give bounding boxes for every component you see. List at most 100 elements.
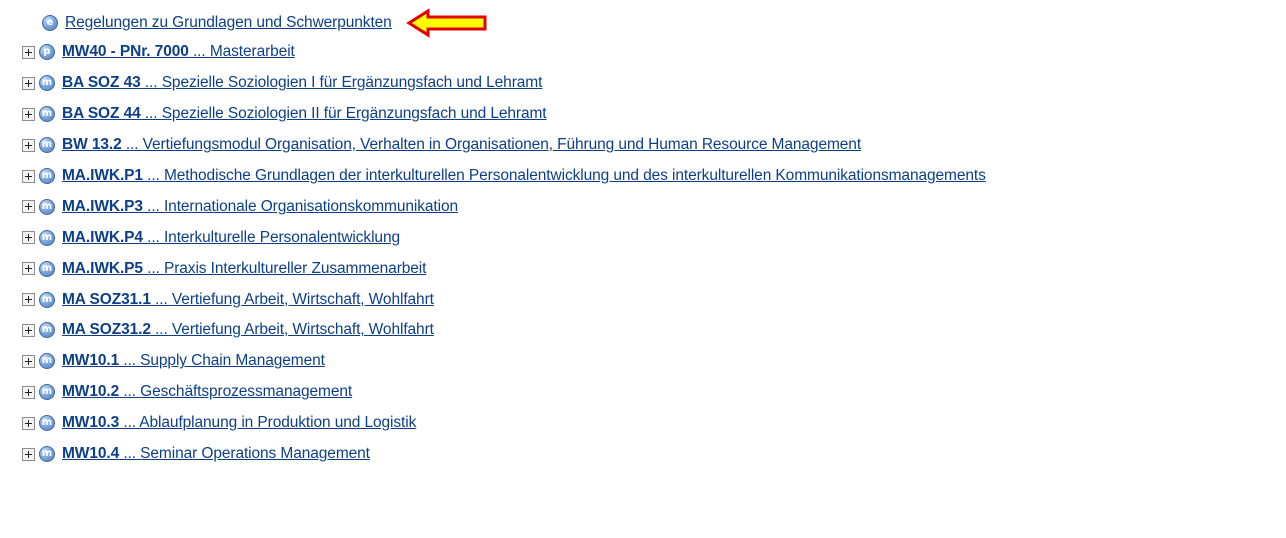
module-link[interactable]: MW10.4 ... Seminar Operations Management — [62, 445, 370, 463]
module-title: Methodische Grundlagen der interkulturel… — [163, 167, 986, 184]
module-code: MA SOZ31.2 — [62, 321, 151, 339]
m-circle-icon: m — [39, 229, 55, 246]
m-circle-icon: m — [39, 168, 55, 184]
arrow-shape — [405, 7, 487, 38]
module-title: Internationale Organisationskommunikatio… — [163, 197, 458, 215]
module-link[interactable]: BA SOZ 43 ... Spezielle Soziologien I fü… — [62, 74, 542, 92]
module-link[interactable]: BW 13.2 ... Vertiefungsmodul Organisatio… — [62, 136, 861, 154]
module-separator: ... — [140, 105, 162, 123]
tree-root-row: e Regelungen zu Grundlagen und Schwerpun… — [22, 7, 1282, 38]
module-code: BA SOZ 44 — [62, 105, 141, 123]
m-circle-icon: m — [39, 446, 55, 463]
module-link[interactable]: MW10.2 ... Geschäftsprozessmanagement — [62, 383, 352, 401]
module-link[interactable]: MA SOZ31.1 ... Vertiefung Arbeit, Wirtsc… — [62, 291, 434, 309]
expand-plus-icon[interactable] — [22, 107, 35, 121]
m-circle-icon: m — [39, 322, 55, 339]
module-title: Ablaufplanung in Produktion und Logistik — [139, 414, 417, 432]
module-title: Praxis Interkultureller Zusammenarbeit — [163, 259, 427, 277]
root-link[interactable]: Regelungen zu Grundlagen und Schwerpunkt… — [65, 14, 392, 32]
m-circle-icon: m — [39, 353, 55, 370]
module-separator: ... — [142, 167, 164, 184]
m-circle-icon: m — [39, 260, 55, 277]
module-separator: ... — [142, 228, 164, 246]
module-link[interactable]: MA.IWK.P1 ... Methodische Grundlagen der… — [62, 167, 986, 185]
module-link[interactable]: MW10.1 ... Supply Chain Management — [62, 352, 325, 370]
tree-row: m BW 13.2 ... Vertiefungsmodul Organisati… — [22, 130, 1282, 161]
tree-row: m MW10.2 ... Geschäftsprozessmanagement — [22, 377, 1282, 408]
module-separator: ... — [119, 383, 141, 401]
module-separator: ... — [119, 352, 141, 370]
tree-row: m MW10.1 ... Supply Chain Management — [22, 346, 1282, 377]
module-code: MA.IWK.P3 — [62, 197, 143, 215]
tree-row: m MA.IWK.P1 ... Methodische Grundlagen de… — [22, 161, 1282, 192]
expand-plus-icon[interactable] — [22, 293, 35, 307]
m-circle-icon: m — [39, 198, 55, 215]
module-separator: ... — [150, 290, 172, 308]
m-circle-icon: m — [39, 75, 55, 92]
module-code: MW10.2 — [62, 383, 120, 401]
tree-row: m MA.IWK.P4 ... Interkulturelle Personale… — [22, 222, 1282, 253]
module-code: MW10.1 — [62, 352, 120, 370]
module-link[interactable]: MW10.3 ... Ablaufplanung in Produktion u… — [62, 414, 416, 432]
module-link[interactable]: MA.IWK.P4 ... Interkulturelle Personalen… — [62, 229, 400, 247]
m-circle-icon: m — [39, 384, 55, 401]
module-code: MA SOZ31.1 — [62, 290, 151, 308]
tree-row: m MW10.3 ... Ablaufplanung in Produktion … — [22, 408, 1282, 439]
module-separator: ... — [119, 414, 140, 432]
module-code: MW40 - PNr. 7000 — [62, 43, 189, 61]
expand-plus-icon[interactable] — [22, 76, 35, 90]
module-code: MA.IWK.P1 — [62, 167, 143, 184]
expand-plus-icon[interactable] — [22, 262, 35, 276]
tree-row: m MW10.4 ... Seminar Operations Managemen… — [22, 439, 1282, 470]
m-circle-icon: m — [39, 415, 55, 432]
expand-plus-icon[interactable] — [22, 138, 35, 152]
module-title: Interkulturelle Personalentwicklung — [163, 228, 400, 246]
tree-row: m MA SOZ31.2 ... Vertiefung Arbeit, Wirts… — [22, 315, 1282, 346]
module-separator: ... — [119, 445, 141, 463]
module-separator: ... — [150, 321, 172, 339]
m-circle-icon: m — [39, 291, 55, 308]
module-title: Masterarbeit — [209, 43, 295, 61]
module-code: MA.IWK.P5 — [62, 259, 143, 277]
module-title: Supply Chain Management — [140, 352, 325, 370]
expand-plus-icon[interactable] — [22, 323, 35, 337]
expand-plus-icon[interactable] — [22, 231, 35, 245]
module-code: BW 13.2 — [62, 136, 122, 154]
module-title: Geschäftsprozessmanagement — [140, 383, 353, 401]
module-title: Seminar Operations Management — [140, 445, 370, 463]
expand-plus-icon[interactable] — [22, 416, 35, 430]
expand-plus-icon[interactable] — [22, 169, 35, 183]
p-circle-icon: p — [39, 44, 55, 61]
module-link[interactable]: MA.IWK.P3 ... Internationale Organisatio… — [62, 198, 458, 216]
module-link[interactable]: BA SOZ 44 ... Spezielle Soziologien II f… — [62, 105, 547, 123]
module-separator: ... — [142, 259, 164, 277]
tree-row: m BA SOZ 43 ... Spezielle Soziologien I f… — [22, 68, 1282, 99]
module-title: Spezielle Soziologien II für Ergänzungsf… — [161, 105, 547, 123]
tree-row: m MA SOZ31.1 ... Vertiefung Arbeit, Wirts… — [22, 284, 1282, 315]
module-code: MW10.4 — [62, 445, 120, 463]
module-separator: ... — [142, 197, 164, 215]
tree-row: m BA SOZ 44 ... Spezielle Soziologien II … — [22, 99, 1282, 130]
module-tree: e Regelungen zu Grundlagen und Schwerpun… — [22, 7, 1282, 470]
expand-plus-icon[interactable] — [22, 354, 35, 368]
left-arrow-annotation-icon — [405, 7, 487, 38]
module-title: Vertiefung Arbeit, Wirtschaft, Wohlfahrt — [171, 290, 434, 308]
tree-row: p MW40 - PNr. 7000 ... Masterarbeit — [22, 37, 1282, 68]
expand-plus-icon[interactable] — [22, 200, 35, 214]
m-circle-icon: m — [39, 137, 55, 154]
module-link[interactable]: MA.IWK.P5 ... Praxis Interkultureller Zu… — [62, 260, 426, 278]
tree-row: m MA.IWK.P3 ... Internationale Organisati… — [22, 191, 1282, 222]
module-link[interactable]: MW40 - PNr. 7000 ... Masterarbeit — [62, 43, 295, 61]
module-code: BA SOZ 43 — [62, 74, 141, 92]
expand-plus-icon[interactable] — [22, 385, 35, 399]
module-title: Vertiefung Arbeit, Wirtschaft, Wohlfahrt — [171, 321, 434, 339]
module-code: MW10.3 — [62, 414, 120, 432]
expand-plus-icon[interactable] — [22, 447, 35, 461]
module-link[interactable]: MA SOZ31.2 ... Vertiefung Arbeit, Wirtsc… — [62, 321, 434, 339]
expand-plus-icon[interactable] — [22, 45, 35, 59]
module-separator: ... — [188, 43, 210, 61]
module-separator: ... — [121, 136, 143, 154]
module-code: MA.IWK.P4 — [62, 228, 143, 246]
tree-row: m MA.IWK.P5 ... Praxis Interkultureller Z… — [22, 253, 1282, 284]
module-separator: ... — [140, 74, 162, 92]
